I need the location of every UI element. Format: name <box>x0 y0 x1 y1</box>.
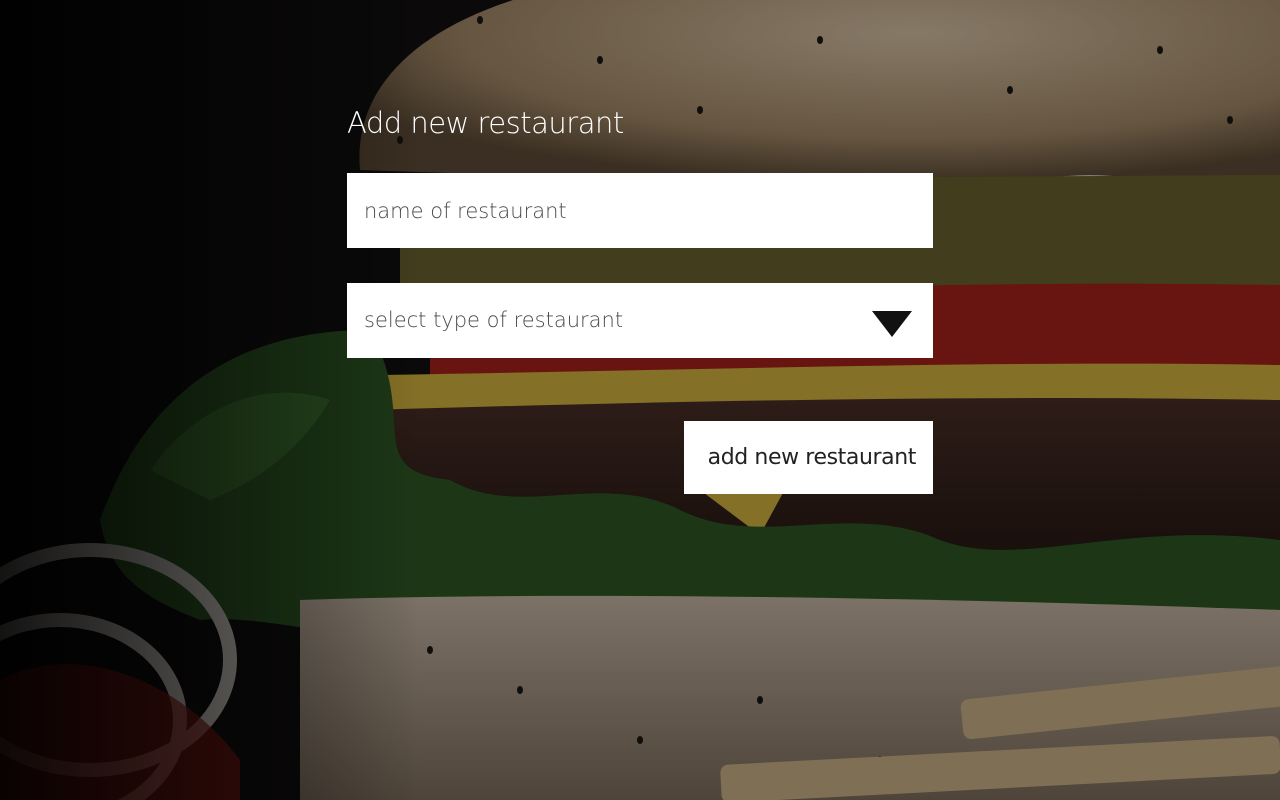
add-new-restaurant-button[interactable]: add new restaurant <box>683 421 933 494</box>
triangle-down-icon <box>872 311 912 337</box>
add-restaurant-form: Add new restaurant select type of restau… <box>347 100 933 494</box>
restaurant-name-field <box>347 173 933 248</box>
page-title: Add new restaurant <box>347 106 624 140</box>
restaurant-type-select[interactable]: select type of restaurant <box>347 283 933 358</box>
restaurant-type-selected-label: select type of restaurant <box>364 308 624 332</box>
restaurant-name-input[interactable] <box>347 173 933 248</box>
page: Add new restaurant select type of restau… <box>0 0 1280 800</box>
